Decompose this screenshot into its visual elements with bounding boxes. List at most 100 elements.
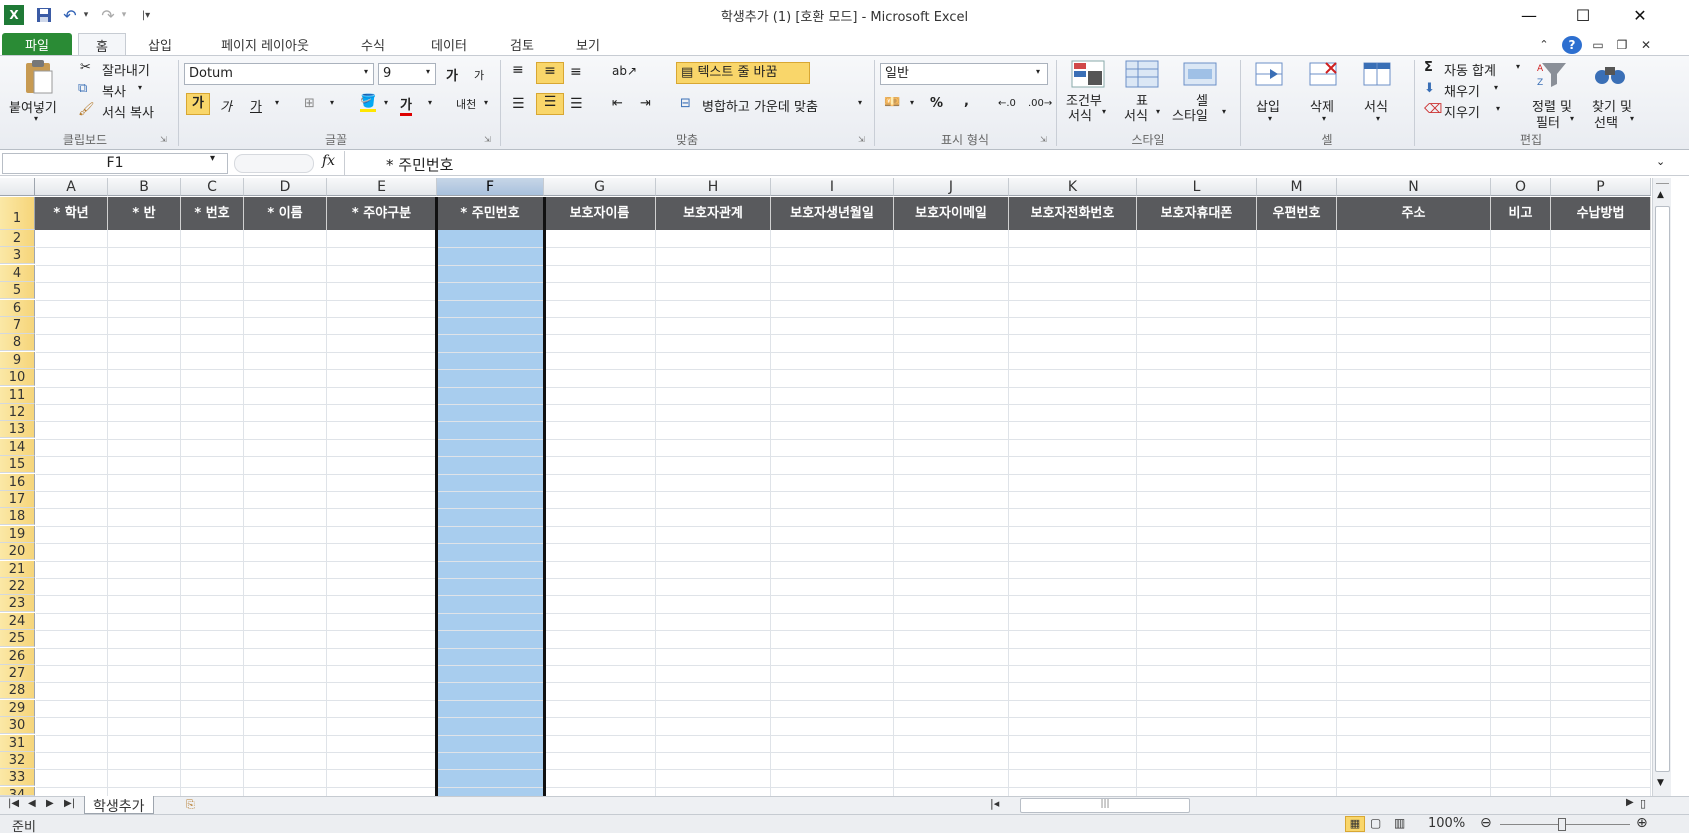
- format-painter-button[interactable]: 서식 복사: [102, 102, 154, 121]
- row-header-30[interactable]: 30: [0, 717, 35, 734]
- cell-styles-dropdown-icon[interactable]: ▾: [1222, 107, 1226, 116]
- copy-button[interactable]: 복사: [102, 81, 126, 100]
- delete-cells-icon[interactable]: [1304, 58, 1344, 90]
- header-cell-C[interactable]: * 번호: [181, 197, 244, 230]
- row-header-15[interactable]: 15: [0, 456, 35, 473]
- row-header-16[interactable]: 16: [0, 474, 35, 491]
- tab-page-layout[interactable]: 페이지 레이아웃: [200, 33, 330, 56]
- align-top-icon[interactable]: ≡: [512, 62, 524, 78]
- format-table-dropdown-icon[interactable]: ▾: [1156, 107, 1160, 116]
- next-sheet-icon[interactable]: ▶: [46, 798, 54, 809]
- row-header-5[interactable]: 5: [0, 282, 35, 299]
- align-right-icon[interactable]: ☰: [570, 96, 583, 112]
- row-header-11[interactable]: 11: [0, 387, 35, 404]
- header-cell-L[interactable]: 보호자휴대폰: [1137, 197, 1257, 230]
- header-cell-A[interactable]: * 학년: [35, 197, 108, 230]
- column-header-P[interactable]: P: [1551, 178, 1651, 196]
- delete-cells-button[interactable]: 삭제: [1310, 96, 1334, 115]
- row-header-31[interactable]: 31: [0, 735, 35, 752]
- row-header-4[interactable]: 4: [0, 265, 35, 282]
- merge-center-button[interactable]: 병합하고 가운데 맞춤: [702, 96, 818, 115]
- row-header-20[interactable]: 20: [0, 543, 35, 560]
- row-header-24[interactable]: 24: [0, 613, 35, 630]
- font-size-dropdown-icon[interactable]: ▾: [426, 67, 430, 76]
- row-header-13[interactable]: 13: [0, 421, 35, 438]
- first-sheet-icon[interactable]: |◀: [8, 798, 19, 809]
- delete-dropdown-icon[interactable]: ▾: [1322, 114, 1326, 123]
- autosum-icon[interactable]: Σ: [1424, 60, 1433, 75]
- header-cell-M[interactable]: 우편번호: [1257, 197, 1337, 230]
- shrink-font-button[interactable]: 가: [474, 67, 484, 83]
- tab-split-icon[interactable]: |◂: [990, 797, 999, 810]
- underline-button[interactable]: 가: [250, 96, 262, 115]
- row-header-1[interactable]: 1: [0, 197, 35, 230]
- find-select-dropdown-icon[interactable]: ▾: [1630, 114, 1634, 123]
- fill-dropdown-icon[interactable]: ▾: [1494, 83, 1498, 92]
- workbook-minimize-icon[interactable]: ▭: [1590, 33, 1606, 56]
- tab-home[interactable]: 홈: [78, 33, 126, 56]
- header-cell-N[interactable]: 주소: [1337, 197, 1491, 230]
- zoom-out-icon[interactable]: ⊖: [1480, 815, 1492, 831]
- minimize-ribbon-icon[interactable]: ⌃: [1536, 33, 1552, 56]
- find-select-label-2[interactable]: 선택: [1594, 112, 1618, 131]
- border-dropdown-icon[interactable]: ▾: [330, 98, 334, 107]
- scroll-right-icon[interactable]: ▶: [1626, 797, 1634, 808]
- number-format-dropdown-icon[interactable]: ▾: [1036, 67, 1040, 76]
- row-header-3[interactable]: 3: [0, 247, 35, 264]
- clipboard-launcher-icon[interactable]: ⇲: [160, 135, 167, 144]
- column-header-H[interactable]: H: [656, 178, 771, 196]
- underline-dropdown-icon[interactable]: ▾: [275, 98, 279, 107]
- font-name-dropdown-icon[interactable]: ▾: [364, 67, 368, 76]
- cut-button[interactable]: 잘라내기: [102, 60, 150, 79]
- minimize-button[interactable]: —: [1506, 0, 1552, 31]
- clear-icon[interactable]: ⌫: [1424, 102, 1442, 117]
- row-header-2[interactable]: 2: [0, 230, 35, 247]
- row-header-9[interactable]: 9: [0, 352, 35, 369]
- orientation-icon[interactable]: ab↗: [612, 64, 637, 78]
- scroll-down-icon[interactable]: ▼: [1657, 778, 1664, 788]
- row-header-6[interactable]: 6: [0, 300, 35, 317]
- fill-icon[interactable]: ⬇: [1424, 81, 1435, 96]
- ruby-button[interactable]: 내천: [456, 96, 476, 112]
- header-cell-O[interactable]: 비고: [1491, 197, 1551, 230]
- row-header-21[interactable]: 21: [0, 561, 35, 578]
- font-name-combo[interactable]: Dotum: [184, 63, 374, 85]
- column-header-M[interactable]: M: [1257, 178, 1337, 196]
- cut-icon[interactable]: ✂: [80, 60, 91, 75]
- format-cells-icon[interactable]: [1358, 58, 1398, 90]
- column-header-J[interactable]: J: [894, 178, 1009, 196]
- worksheet-grid[interactable]: ABCDEFGHIJKLMNOP 1 2 3 4 5 6 7 8 9 10 11 12 13 14 15 16…: [0, 178, 1652, 796]
- split-box[interactable]: [1656, 178, 1669, 184]
- clear-dropdown-icon[interactable]: ▾: [1496, 104, 1500, 113]
- number-format-combo[interactable]: 일반: [880, 63, 1048, 85]
- sheet-tab-student-add[interactable]: 학생추가: [84, 796, 154, 815]
- font-color-button[interactable]: 가: [400, 94, 412, 116]
- format-cells-button[interactable]: 서식: [1364, 96, 1388, 115]
- workbook-close-icon[interactable]: ✕: [1638, 33, 1654, 56]
- italic-button[interactable]: 가: [220, 96, 232, 115]
- row-header-29[interactable]: 29: [0, 700, 35, 717]
- vertical-scrollbar[interactable]: ▲ ▼: [1652, 178, 1671, 796]
- paste-icon[interactable]: [18, 58, 58, 96]
- row-header-12[interactable]: 12: [0, 404, 35, 421]
- percent-button[interactable]: %: [930, 96, 943, 111]
- bold-button[interactable]: 가: [186, 93, 210, 115]
- row-header-17[interactable]: 17: [0, 491, 35, 508]
- wrap-text-button[interactable]: ▤ 텍스트 줄 바꿈: [676, 62, 810, 84]
- select-all-button[interactable]: [0, 178, 35, 196]
- row-header-25[interactable]: 25: [0, 630, 35, 647]
- number-launcher-icon[interactable]: ⇲: [1040, 135, 1047, 144]
- row-header-10[interactable]: 10: [0, 369, 35, 386]
- header-cell-K[interactable]: 보호자전화번호: [1009, 197, 1137, 230]
- close-button[interactable]: ✕: [1617, 0, 1663, 31]
- insert-cells-icon[interactable]: [1250, 58, 1290, 90]
- column-header-E[interactable]: E: [327, 178, 437, 196]
- paste-dropdown-icon[interactable]: ▾: [34, 114, 38, 123]
- row-header-22[interactable]: 22: [0, 578, 35, 595]
- insert-sheet-icon[interactable]: ⎘: [186, 798, 195, 812]
- column-header-F[interactable]: F: [437, 178, 544, 196]
- row-header-14[interactable]: 14: [0, 439, 35, 456]
- align-center-icon[interactable]: ☰: [536, 93, 564, 115]
- cell-styles-label-2[interactable]: 스타일: [1172, 105, 1208, 124]
- copy-icon[interactable]: ⧉: [78, 81, 87, 96]
